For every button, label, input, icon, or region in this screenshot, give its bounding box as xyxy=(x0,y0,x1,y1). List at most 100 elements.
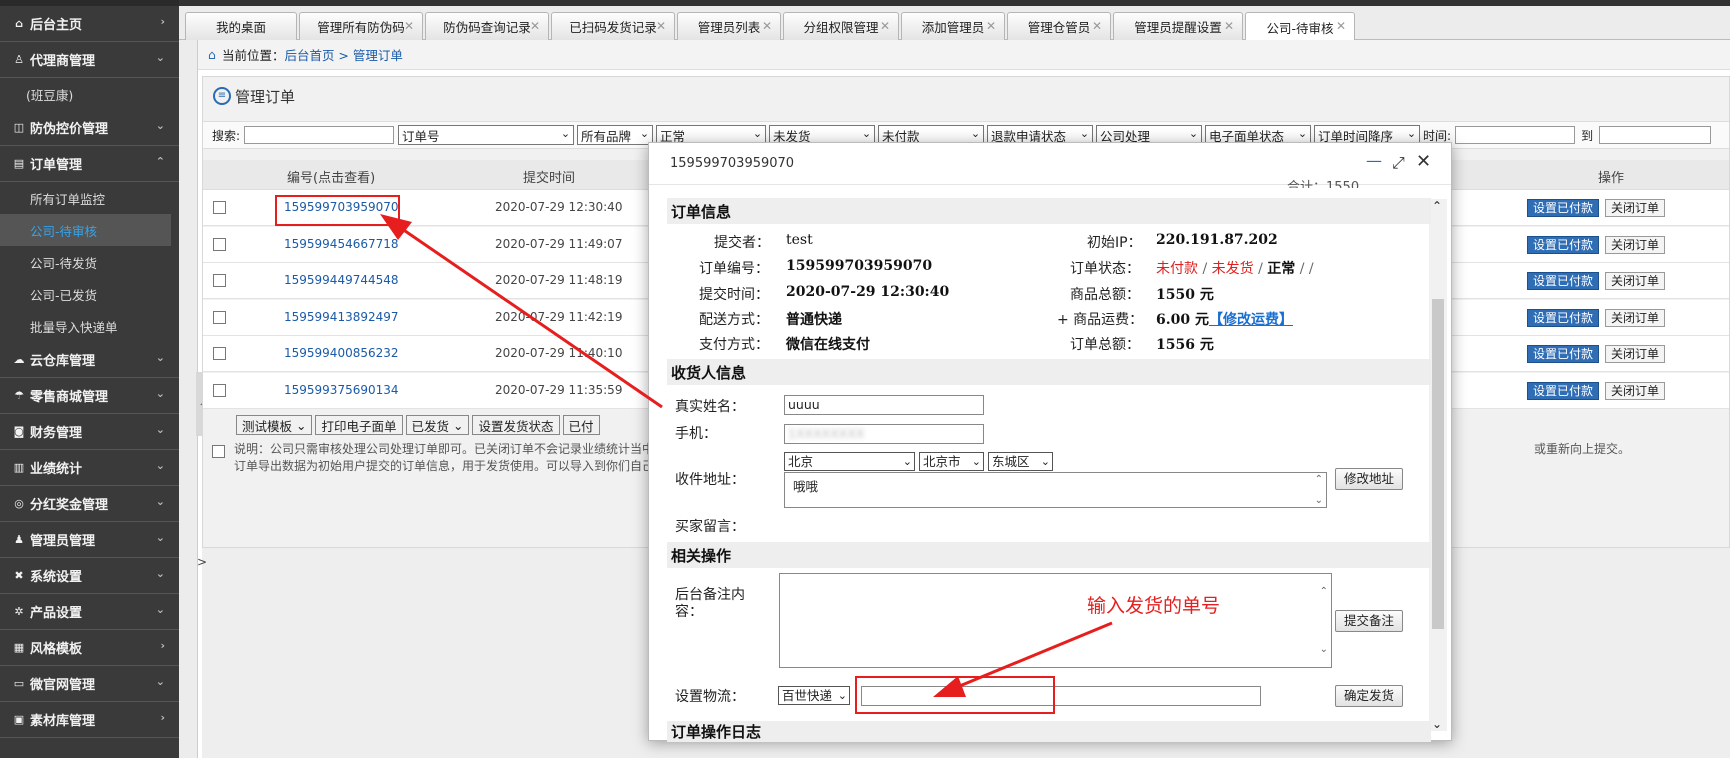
close-order-button[interactable]: 关闭订单 xyxy=(1604,235,1665,254)
tab-5[interactable]: 分组权限管理 ✕ xyxy=(783,12,899,40)
tab-0[interactable]: 我的桌面 xyxy=(185,12,297,40)
scroll-down-icon[interactable]: ⌄ xyxy=(1432,717,1442,731)
remark-textarea[interactable]: ⌃ ⌄ xyxy=(779,573,1332,668)
sidebar-group-3[interactable]: ▤ 订单管理 ⌃ xyxy=(0,146,179,182)
tab-label: 防伪码查询记录 xyxy=(443,20,531,35)
order-id-link[interactable]: 159599400856232 xyxy=(284,346,399,360)
select-all-checkbox[interactable] xyxy=(212,445,225,458)
close-order-button[interactable]: 关闭订单 xyxy=(1604,308,1665,327)
city-select[interactable]: 北京市 ⌄ xyxy=(919,452,984,471)
tab-9[interactable]: 公司-待审核 ✕ xyxy=(1245,12,1355,41)
tab-7[interactable]: 管理仓管员 ✕ xyxy=(1007,12,1111,40)
tab-1[interactable]: 管理所有防伪码 ✕ xyxy=(299,12,423,40)
sidebar-group-11[interactable]: ✲ 产品设置 ⌄ xyxy=(0,594,179,630)
scrollbar-thumb[interactable] xyxy=(1432,299,1444,629)
sidebar-group-1[interactable]: ♙ 代理商管理 ⌄ xyxy=(0,42,179,78)
filter-select-1[interactable]: 所有品牌 ⌄ xyxy=(577,125,654,145)
close-icon[interactable]: ✕ xyxy=(1092,19,1102,33)
confirm-ship-button[interactable]: 确定发货 xyxy=(1335,685,1404,707)
sidebar-group-8[interactable]: ◎ 分红奖金管理 ⌄ xyxy=(0,486,179,522)
row-checkbox[interactable] xyxy=(213,201,226,214)
province-select[interactable]: 北京 ⌄ xyxy=(784,452,915,471)
sidebar-item-3-0[interactable]: 所有订单监控 xyxy=(0,182,179,214)
order-id-link[interactable]: 159599449744548 xyxy=(284,273,399,287)
close-order-button[interactable]: 关闭订单 xyxy=(1604,272,1665,290)
maximize-icon[interactable]: ⤢ xyxy=(1392,153,1405,173)
set-paid-bulk-button[interactable]: 已付 xyxy=(562,415,600,435)
sidebar-item-3-2[interactable]: 公司-待发货 xyxy=(0,246,179,278)
order-id-link[interactable]: 159599454667718 xyxy=(284,237,399,251)
sidebar-item-3-4[interactable]: 批量导入快递单 xyxy=(0,310,179,342)
sidebar-group-6[interactable]: ◙ 财务管理 ⌄ xyxy=(0,414,179,450)
district-select[interactable]: 东城区 ⌄ xyxy=(988,452,1053,471)
set-paid-button[interactable]: 设置已付款 xyxy=(1526,235,1599,254)
carrier-value: 百世快递 xyxy=(782,688,833,703)
sidebar-group-7[interactable]: ▥ 业绩统计 ⌄ xyxy=(0,450,179,486)
sidebar-group-10[interactable]: ✖ 系统设置 ⌄ xyxy=(0,558,179,594)
set-paid-button[interactable]: 设置已付款 xyxy=(1526,272,1599,290)
receiver-name-label: 真实姓名： xyxy=(675,399,745,415)
time-start-input[interactable] xyxy=(1455,126,1576,144)
address-textarea[interactable]: 哦哦 ⌃ ⌄ xyxy=(784,472,1327,508)
sidebar-group-label: 云仓库管理 xyxy=(30,354,96,369)
sidebar-group-13[interactable]: ▭ 微官网管理 ⌄ xyxy=(0,666,179,702)
dialog-scrollbar[interactable]: ⌃ ⌄ xyxy=(1429,199,1447,731)
receiver-phone-input[interactable]: 1XXXXXXXX xyxy=(784,424,984,444)
set-ship-status-button[interactable]: 设置发货状态 xyxy=(472,415,560,435)
shipped-select[interactable]: 已发货 ⌄ xyxy=(405,415,470,435)
tab-3[interactable]: 已扫码发货记录 ✕ xyxy=(551,12,675,40)
close-icon[interactable]: ✕ xyxy=(986,19,996,33)
set-paid-button[interactable]: 设置已付款 xyxy=(1526,308,1599,327)
edit-address-button[interactable]: 修改地址 xyxy=(1335,468,1404,490)
set-paid-button[interactable]: 设置已付款 xyxy=(1526,381,1599,400)
order-id-link[interactable]: 159599375690134 xyxy=(284,383,399,397)
row-checkbox[interactable] xyxy=(213,310,226,324)
sidebar-item-3-3[interactable]: 公司-已发货 xyxy=(0,278,179,310)
set-paid-button[interactable]: 设置已付款 xyxy=(1526,199,1599,217)
receiver-name-input[interactable]: uuuu xyxy=(784,395,984,415)
sidebar-item-1-0[interactable]: (班豆康) xyxy=(0,78,179,110)
close-icon[interactable]: ✕ xyxy=(404,19,414,33)
set-paid-button[interactable]: 设置已付款 xyxy=(1526,345,1599,363)
close-icon[interactable]: ✕ xyxy=(1336,19,1346,33)
sidebar-item-3-1[interactable]: 公司-待审核 xyxy=(0,214,171,246)
sidebar-group-12[interactable]: ▦ 风格模板 › xyxy=(0,630,179,666)
sidebar-group-9[interactable]: ♟ 管理员管理 ⌄ xyxy=(0,522,179,558)
breadcrumb-path[interactable]: 后台首页 > 管理订单 xyxy=(284,45,402,64)
sidebar-group-4[interactable]: ☁ 云仓库管理 ⌄ xyxy=(0,342,179,378)
sidebar-group-0[interactable]: ⌂ 后台主页 › xyxy=(0,6,179,42)
close-order-button[interactable]: 关闭订单 xyxy=(1604,381,1665,400)
template-select[interactable]: 测试模板 ⌄ xyxy=(236,415,313,435)
close-order-button[interactable]: 关闭订单 xyxy=(1604,199,1665,217)
print-waybill-button[interactable]: 打印电子面单 xyxy=(315,415,403,435)
scroll-up-icon[interactable]: ⌃ xyxy=(1432,199,1442,213)
close-icon[interactable]: ✕ xyxy=(762,19,772,33)
tab-6[interactable]: 添加管理员 ✕ xyxy=(901,12,1005,40)
sidebar-group-14[interactable]: ▣ 素材库管理 › xyxy=(0,702,179,738)
order-id-link[interactable]: 159599413892497 xyxy=(284,310,399,324)
filter-select-0[interactable]: 订单号 ⌄ xyxy=(398,125,575,145)
close-icon[interactable]: ✕ xyxy=(1224,19,1234,33)
row-checkbox[interactable] xyxy=(213,237,226,251)
submit-remark-button[interactable]: 提交备注 xyxy=(1335,610,1404,632)
shipped-select-value: 已发货 xyxy=(411,418,450,434)
tab-8[interactable]: 管理员提醒设置 ✕ xyxy=(1113,12,1243,40)
sidebar-group-2[interactable]: ◫ 防伪控价管理 ⌄ xyxy=(0,110,179,146)
edit-freight-link[interactable]: 【修改运费】 xyxy=(1209,309,1293,329)
col-header-id[interactable]: 编号(点击查看) xyxy=(287,167,375,186)
minimize-icon[interactable]: — xyxy=(1366,151,1382,170)
close-order-button[interactable]: 关闭订单 xyxy=(1604,345,1665,363)
time-end-input[interactable] xyxy=(1599,126,1712,144)
tab-4[interactable]: 管理员列表 ✕ xyxy=(677,12,781,40)
close-icon[interactable]: ✕ xyxy=(880,19,890,33)
row-checkbox[interactable] xyxy=(213,383,226,397)
tab-2[interactable]: 防伪码查询记录 ✕ xyxy=(425,12,549,40)
row-checkbox[interactable] xyxy=(213,347,226,360)
close-icon[interactable]: ✕ xyxy=(530,19,540,33)
carrier-select[interactable]: 百世快递 ⌄ xyxy=(778,686,850,705)
sidebar-group-5[interactable]: ☂ 零售商城管理 ⌄ xyxy=(0,378,179,414)
row-checkbox[interactable] xyxy=(213,274,226,287)
close-icon[interactable]: ✕ xyxy=(1416,151,1431,172)
close-icon[interactable]: ✕ xyxy=(656,19,666,33)
search-input[interactable] xyxy=(244,126,395,144)
